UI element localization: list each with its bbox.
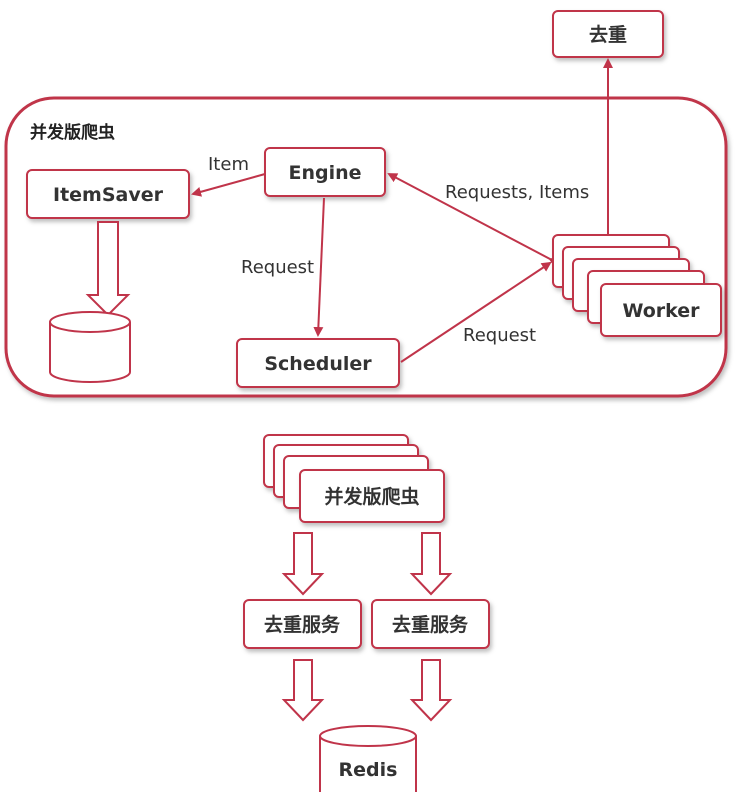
architecture-diagram: 并发版爬虫 去重 Engine ItemSaver Item Request S… [4, 10, 728, 792]
crawler-to-dedup-service-2-arrow [409, 532, 453, 596]
request-down-edge-label: Request [241, 257, 314, 278]
crawler-stack-label: 并发版爬虫 [324, 485, 419, 508]
dedup-service-2-to-redis-arrow [409, 659, 453, 722]
crawler-stack [263, 434, 445, 523]
redis-label: Redis [339, 759, 398, 781]
scheduler-label: Scheduler [264, 353, 372, 375]
dedup-service-1-label: 去重服务 [264, 613, 341, 636]
engine-label: Engine [288, 162, 361, 184]
dedup-service-2-label: 去重服务 [392, 613, 469, 636]
dedup-label: 去重 [589, 23, 627, 46]
request-right-edge-label: Request [463, 325, 536, 346]
itemsaver-label: ItemSaver [53, 184, 164, 206]
database-cylinder [49, 311, 131, 383]
crawler-to-dedup-service-1-arrow [281, 532, 325, 596]
requests-items-edge-label: Requests, Items [445, 182, 589, 203]
dedup-service-1-to-redis-arrow [281, 659, 325, 722]
item-edge-label: Item [208, 154, 249, 175]
worker-label: Worker [622, 300, 700, 322]
container-title: 并发版爬虫 [30, 122, 115, 143]
